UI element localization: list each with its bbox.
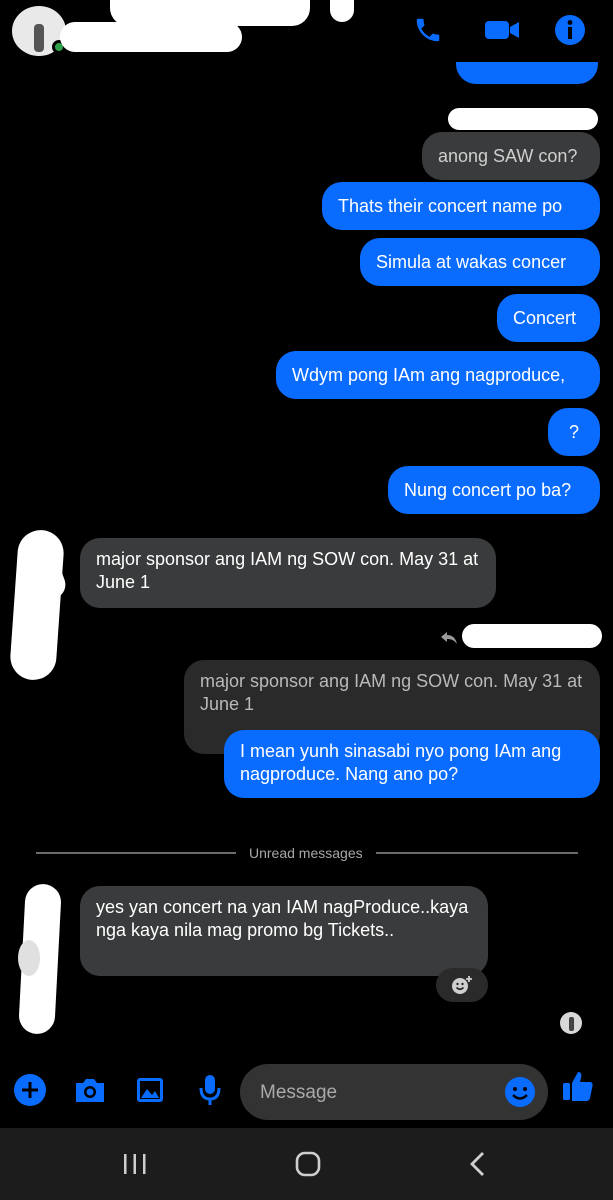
redaction-mark (60, 22, 242, 52)
message-text: Nung concert po ba? (404, 479, 572, 500)
camera-icon[interactable] (72, 1074, 108, 1111)
message-input-container[interactable] (240, 1064, 548, 1120)
message-text: major sponsor ang IAM ng SOW con. May 31… (96, 549, 479, 592)
message-text: anong SAW con? (438, 145, 578, 166)
add-reaction-icon (452, 976, 472, 994)
thumbs-up-icon[interactable] (560, 1068, 596, 1109)
message-text: Wdym pong IAm ang nagproduce, (292, 364, 566, 385)
recent-apps-icon[interactable] (122, 1152, 148, 1181)
redaction-mark (110, 0, 310, 26)
emoji-icon[interactable] (504, 1076, 536, 1113)
plus-icon[interactable] (14, 1074, 46, 1106)
outgoing-message[interactable]: Nung concert po ba? (388, 466, 600, 514)
home-icon[interactable] (294, 1150, 322, 1183)
divider (36, 852, 236, 854)
reply-icon (440, 630, 458, 651)
outgoing-message[interactable]: Concert (497, 294, 600, 342)
seen-avatar (560, 1012, 582, 1034)
outgoing-message[interactable]: I mean yunh sinasabi nyo pong IAm ang na… (224, 730, 600, 798)
system-navigation-bar (0, 1128, 613, 1200)
unread-messages-label: Unread messages (249, 845, 363, 861)
message-text: ? (568, 421, 579, 442)
message-text: Simula at wakas concer (376, 251, 567, 272)
incoming-message[interactable]: yes yan concert na yan IAM nagProduce..k… (80, 886, 488, 976)
incoming-message[interactable]: anong SAW con? (422, 132, 600, 180)
quoted-text: major sponsor ang IAM ng SOW con. May 31… (200, 671, 583, 714)
phone-icon[interactable] (410, 12, 446, 48)
outgoing-message[interactable]: Thats their concert name po (322, 182, 600, 230)
add-reaction-button[interactable] (436, 968, 488, 1002)
microphone-icon[interactable] (196, 1072, 224, 1113)
message-text: Thats their concert name po (338, 195, 563, 216)
redaction-mark (462, 624, 602, 648)
video-call-icon[interactable] (482, 12, 522, 48)
divider (376, 852, 578, 854)
message-text: I mean yunh sinasabi nyo pong IAm ang na… (240, 741, 562, 784)
info-icon[interactable] (552, 12, 588, 48)
redaction-mark (448, 108, 598, 130)
message-bubble-partial[interactable] (456, 62, 598, 84)
incoming-message[interactable]: major sponsor ang IAM ng SOW con. May 31… (80, 538, 496, 608)
message-text: Concert (513, 307, 577, 328)
sender-avatar[interactable] (18, 940, 40, 976)
outgoing-message[interactable]: Wdym pong IAm ang nagproduce, (276, 351, 600, 399)
message-input[interactable] (258, 1078, 482, 1108)
redaction-mark (330, 0, 354, 22)
back-icon[interactable] (466, 1150, 490, 1183)
message-text: yes yan concert na yan IAM nagProduce..k… (96, 897, 469, 940)
outgoing-message[interactable]: ? (548, 408, 600, 456)
outgoing-message[interactable]: Simula at wakas concer (360, 238, 600, 286)
gallery-icon[interactable] (134, 1074, 166, 1111)
